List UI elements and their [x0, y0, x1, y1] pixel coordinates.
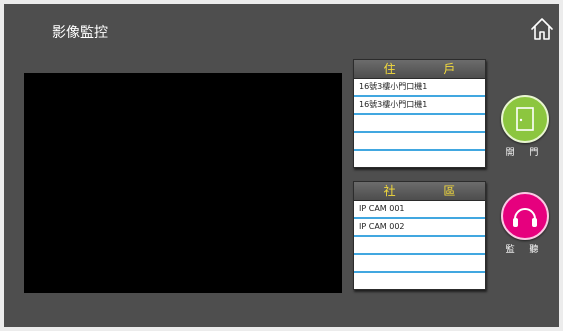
resident-item[interactable]: 16號3樓小門口機1	[354, 97, 485, 115]
page-title: 影像監控	[52, 25, 108, 41]
monitor-button[interactable]	[501, 192, 549, 240]
community-item[interactable]	[354, 237, 485, 255]
community-item[interactable]	[354, 255, 485, 273]
residents-header: 住 戶	[354, 60, 485, 79]
resident-item[interactable]	[354, 115, 485, 133]
resident-item[interactable]	[354, 133, 485, 151]
app-frame: 影像監控 住 戶 16號3樓小門口機1 16號3樓小門口機1 社 區 IP CA…	[0, 0, 563, 331]
open-door-button[interactable]	[501, 95, 549, 143]
home-icon	[531, 18, 553, 40]
video-viewport	[24, 73, 342, 293]
monitor-label: 監 聽	[505, 245, 545, 255]
community-item[interactable]: IP CAM 001	[354, 201, 485, 219]
resident-item[interactable]	[354, 151, 485, 167]
home-button[interactable]	[529, 16, 555, 42]
open-door-label: 開 門	[505, 148, 545, 158]
resident-item[interactable]: 16號3樓小門口機1	[354, 79, 485, 97]
residents-panel: 住 戶 16號3樓小門口機1 16號3樓小門口機1	[353, 59, 486, 168]
community-item[interactable]	[354, 273, 485, 289]
community-item[interactable]: IP CAM 002	[354, 219, 485, 237]
community-panel: 社 區 IP CAM 001 IP CAM 002	[353, 181, 486, 290]
community-header: 社 區	[354, 182, 485, 201]
door-icon	[516, 107, 534, 131]
headset-icon	[513, 208, 537, 227]
